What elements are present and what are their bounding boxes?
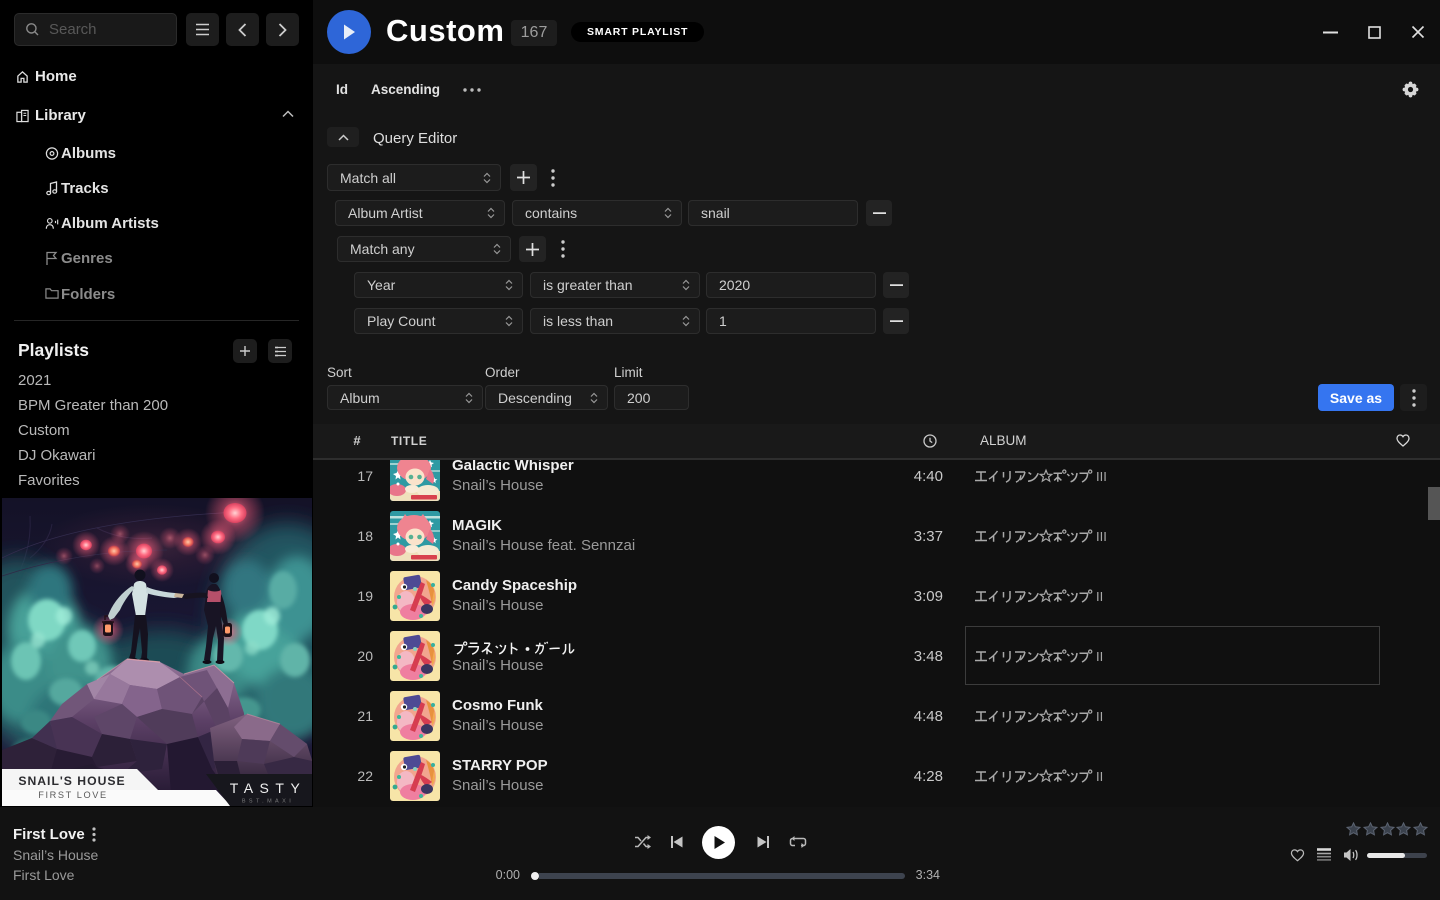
svg-text:BST.MAXI: BST.MAXI bbox=[242, 799, 294, 805]
svg-text:III: III bbox=[1096, 529, 1107, 544]
svg-text:II: II bbox=[1096, 649, 1103, 664]
svg-text:III: III bbox=[1096, 469, 1107, 484]
svg-text:SNAIL'S HOUSE: SNAIL'S HOUSE bbox=[18, 774, 125, 788]
svg-text:II: II bbox=[1096, 589, 1103, 604]
svg-text:FIRST LOVE: FIRST LOVE bbox=[38, 790, 107, 800]
svg-text:II: II bbox=[1096, 709, 1103, 724]
svg-text:TASTY: TASTY bbox=[230, 780, 307, 796]
svg-text:II: II bbox=[1096, 769, 1103, 784]
